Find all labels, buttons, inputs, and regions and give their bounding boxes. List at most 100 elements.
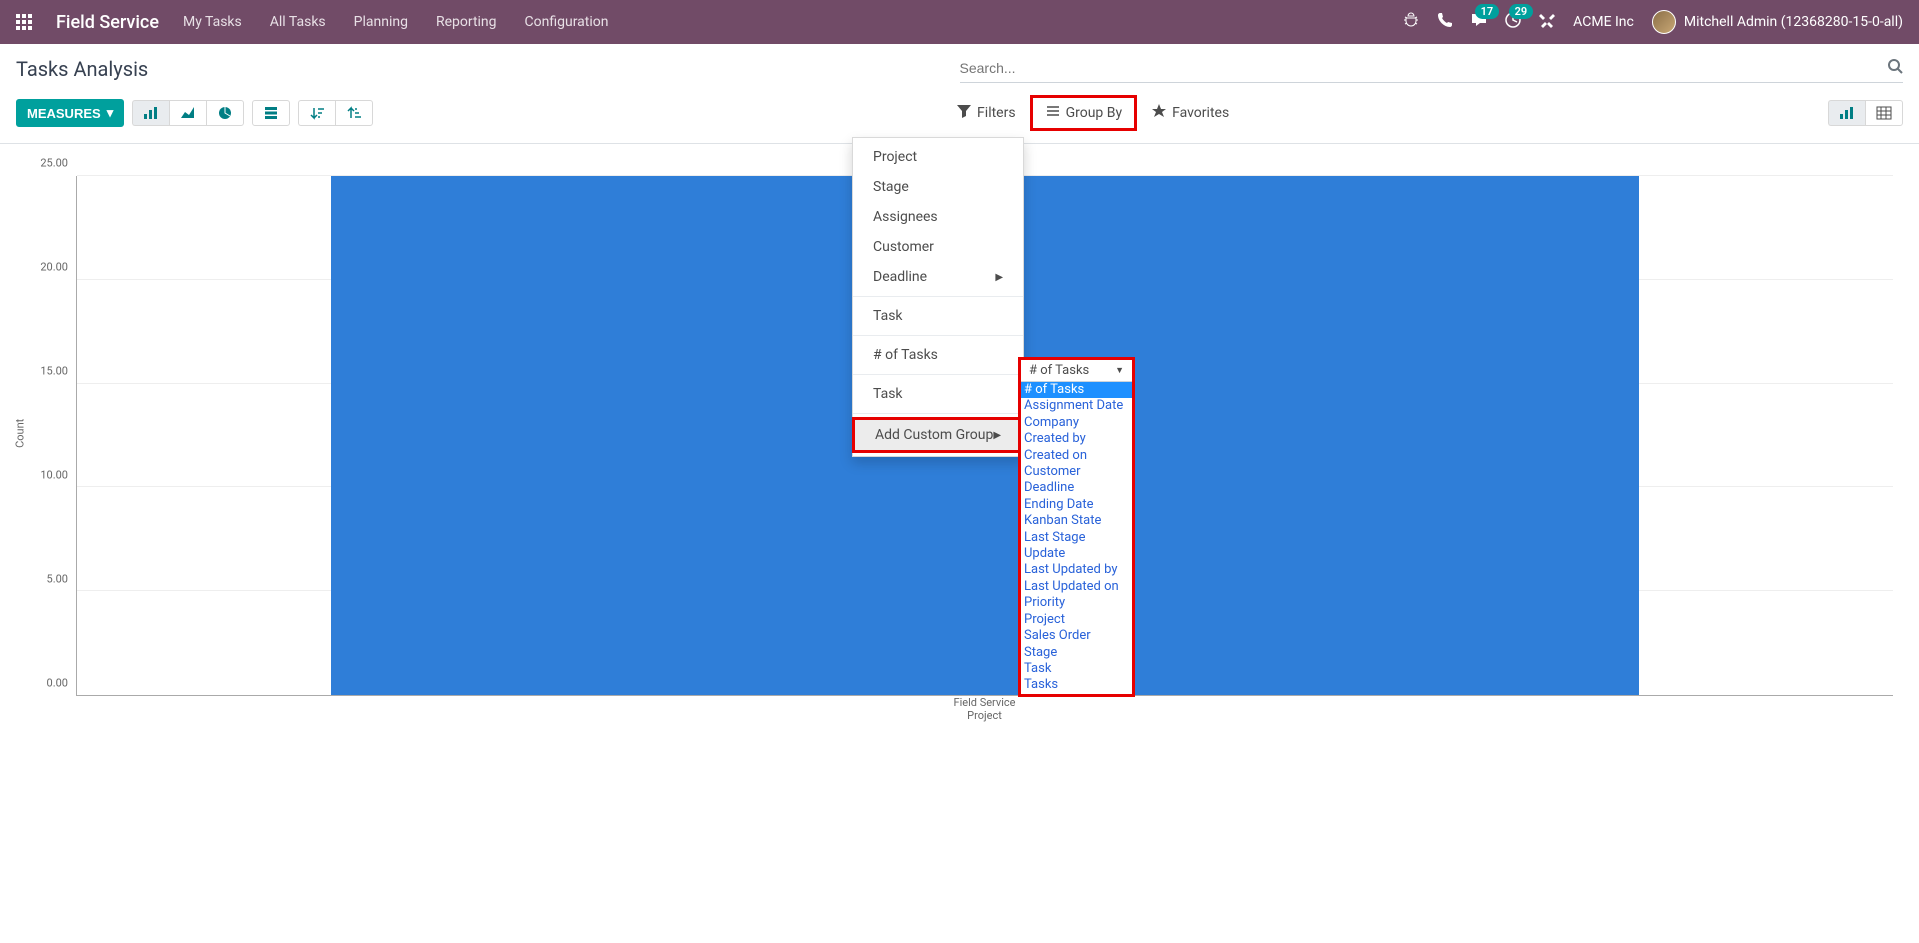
custom-option[interactable]: Kanban State xyxy=(1021,513,1132,529)
caret-down-icon: ▾ xyxy=(107,105,114,121)
stack-group xyxy=(252,100,290,126)
x-axis: Field Service Project xyxy=(76,696,1893,736)
search-input[interactable] xyxy=(960,60,1888,76)
nav-link-reporting[interactable]: Reporting xyxy=(436,14,497,30)
divider xyxy=(853,413,1023,414)
navbar-left: Field Service My Tasks All Tasks Plannin… xyxy=(16,12,608,33)
messages-icon[interactable]: 17 xyxy=(1471,12,1487,32)
custom-option[interactable]: Ending Date xyxy=(1021,497,1132,513)
avatar xyxy=(1652,10,1676,34)
x-tick: Field Service xyxy=(76,696,1893,709)
activity-icon[interactable]: 29 xyxy=(1505,12,1521,32)
bug-icon[interactable] xyxy=(1403,12,1419,32)
y-axis: 0.00 5.00 10.00 15.00 20.00 25.00 xyxy=(16,176,76,696)
search-bar[interactable] xyxy=(960,54,1904,83)
pie-chart-button[interactable] xyxy=(206,100,244,126)
add-custom-group[interactable]: Add Custom Group ▶ xyxy=(852,417,1024,453)
y-tick: 20.00 xyxy=(40,261,68,274)
sort-asc-button[interactable] xyxy=(335,100,373,126)
search-options: Filters Group By Favorites xyxy=(944,95,1241,131)
custom-group-select: # of Tasks ▼ # of Tasks Assignment Date … xyxy=(1018,357,1135,697)
x-axis-label: Project xyxy=(76,709,1893,722)
tools-icon[interactable] xyxy=(1539,12,1555,32)
nav-link-all-tasks[interactable]: All Tasks xyxy=(270,14,326,30)
group-by-stage[interactable]: Stage xyxy=(853,172,1023,202)
y-tick: 10.00 xyxy=(40,469,68,482)
group-by-project[interactable]: Project xyxy=(853,142,1023,172)
nav-link-planning[interactable]: Planning xyxy=(354,14,408,30)
activity-badge: 29 xyxy=(1509,4,1534,19)
custom-option[interactable]: # of Tasks xyxy=(1021,382,1132,398)
company-selector[interactable]: ACME Inc xyxy=(1573,14,1634,30)
view-switcher xyxy=(1828,100,1903,126)
custom-option[interactable]: Last Stage Update xyxy=(1021,530,1132,563)
custom-option[interactable]: Stage xyxy=(1021,645,1132,661)
nav-link-my-tasks[interactable]: My Tasks xyxy=(183,14,242,30)
line-chart-button[interactable] xyxy=(169,100,206,126)
control-panel: Tasks Analysis MEASURES ▾ xyxy=(0,44,1919,144)
custom-option[interactable]: Created by xyxy=(1021,431,1132,447)
messages-badge: 17 xyxy=(1475,4,1500,19)
chevron-right-icon: ▶ xyxy=(995,272,1003,283)
page-title: Tasks Analysis xyxy=(16,57,148,81)
custom-group-options: # of Tasks Assignment Date Company Creat… xyxy=(1021,382,1132,694)
custom-option[interactable]: Project xyxy=(1021,612,1132,628)
y-tick: 15.00 xyxy=(40,365,68,378)
caret-down-icon: ▼ xyxy=(1115,365,1124,376)
measures-label: MEASURES xyxy=(27,106,101,121)
user-menu[interactable]: Mitchell Admin (12368280-15-0-all) xyxy=(1652,10,1903,34)
pivot-view-button[interactable] xyxy=(1865,100,1903,126)
group-by-deadline[interactable]: Deadline ▶ xyxy=(853,262,1023,292)
top-navbar: Field Service My Tasks All Tasks Plannin… xyxy=(0,0,1919,44)
divider xyxy=(853,374,1023,375)
filters-label: Filters xyxy=(977,105,1016,121)
custom-option[interactable]: Last Updated on xyxy=(1021,579,1132,595)
sort-group xyxy=(298,100,373,126)
custom-option[interactable]: Deadline xyxy=(1021,480,1132,496)
user-name: Mitchell Admin (12368280-15-0-all) xyxy=(1684,14,1903,30)
custom-option[interactable]: Priority xyxy=(1021,595,1132,611)
y-tick: 5.00 xyxy=(47,573,68,586)
navbar-right: 17 29 ACME Inc Mitchell Admin (12368280-… xyxy=(1403,10,1903,34)
favorites-dropdown[interactable]: Favorites xyxy=(1139,95,1241,131)
custom-group-selected[interactable]: # of Tasks ▼ xyxy=(1021,360,1132,382)
group-by-menu: Project Stage Assignees Customer Deadlin… xyxy=(852,137,1024,457)
y-tick: 25.00 xyxy=(40,157,68,170)
group-by-task-1[interactable]: Task xyxy=(853,301,1023,331)
search-icon[interactable] xyxy=(1887,58,1903,78)
star-icon xyxy=(1151,103,1167,123)
sort-desc-button[interactable] xyxy=(298,100,335,126)
graph-view-button[interactable] xyxy=(1828,100,1865,126)
group-by-dropdown[interactable]: Group By xyxy=(1030,95,1138,131)
custom-option[interactable]: Created on xyxy=(1021,448,1132,464)
custom-option[interactable]: Task xyxy=(1021,661,1132,677)
divider xyxy=(853,335,1023,336)
custom-option[interactable]: Last Updated by xyxy=(1021,562,1132,578)
bar-chart-button[interactable] xyxy=(132,100,169,126)
filters-dropdown[interactable]: Filters xyxy=(944,95,1028,131)
chart-type-group xyxy=(132,100,244,126)
group-by-assignees[interactable]: Assignees xyxy=(853,202,1023,232)
apps-icon[interactable] xyxy=(16,14,32,30)
chevron-right-icon: ▶ xyxy=(993,430,1001,441)
measures-button[interactable]: MEASURES ▾ xyxy=(16,99,124,127)
y-tick: 0.00 xyxy=(47,677,68,690)
group-by-label: Group By xyxy=(1066,105,1123,121)
group-by-task-2[interactable]: Task xyxy=(853,379,1023,409)
filter-icon xyxy=(956,103,972,123)
custom-option[interactable]: Tasks xyxy=(1021,677,1132,693)
group-by-icon xyxy=(1045,103,1061,123)
group-by-count-tasks[interactable]: # of Tasks xyxy=(853,340,1023,370)
divider xyxy=(853,296,1023,297)
stacked-button[interactable] xyxy=(252,100,290,126)
custom-option[interactable]: Customer xyxy=(1021,464,1132,480)
custom-option[interactable]: Company xyxy=(1021,415,1132,431)
favorites-label: Favorites xyxy=(1172,105,1229,121)
app-title[interactable]: Field Service xyxy=(56,12,159,33)
nav-link-configuration[interactable]: Configuration xyxy=(525,14,609,30)
custom-option[interactable]: Sales Order xyxy=(1021,628,1132,644)
group-by-customer[interactable]: Customer xyxy=(853,232,1023,262)
phone-icon[interactable] xyxy=(1437,12,1453,32)
nav-links: My Tasks All Tasks Planning Reporting Co… xyxy=(183,14,609,30)
custom-option[interactable]: Assignment Date xyxy=(1021,398,1132,414)
